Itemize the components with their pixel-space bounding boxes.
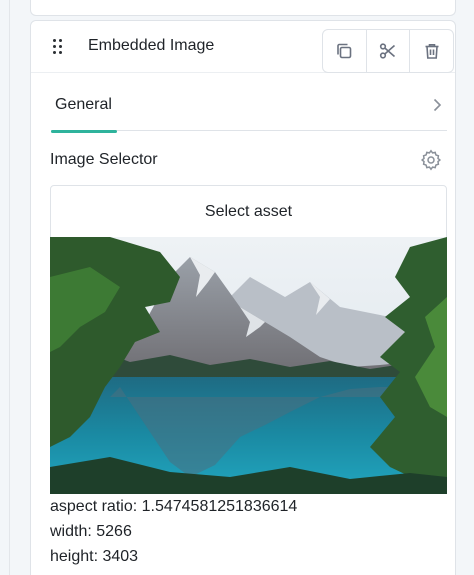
scissors-icon [379, 43, 396, 59]
tab-general[interactable]: General [51, 83, 117, 133]
select-asset-button[interactable]: Select asset [50, 185, 447, 238]
width-text: width: 5266 [50, 523, 132, 540]
left-rail [0, 0, 10, 575]
active-tab-indicator [51, 130, 117, 133]
tab-general-label: General [55, 96, 112, 113]
image-preview [50, 237, 447, 494]
panel-header: Embedded Image [31, 21, 455, 73]
duplicate-icon [337, 43, 352, 59]
trash-icon [425, 44, 439, 59]
aspect-ratio-text: aspect ratio: 1.5474581251836614 [50, 498, 298, 515]
tab-bar: General [51, 83, 447, 133]
landscape-image [50, 237, 447, 494]
cut-button[interactable] [367, 30, 411, 72]
duplicate-button[interactable] [323, 30, 367, 72]
previous-card [30, 0, 456, 16]
drag-handle-icon[interactable] [53, 39, 65, 55]
panel-title: Embedded Image [88, 37, 215, 54]
height-text: height: 3403 [50, 548, 139, 565]
image-selector-title: Image Selector [50, 151, 158, 168]
panel-toolbar [322, 29, 454, 73]
embedded-image-panel: Embedded Image General Image Selector Se… [30, 20, 456, 575]
delete-button[interactable] [410, 30, 453, 72]
chevron-right-icon[interactable] [429, 97, 445, 113]
gear-icon[interactable] [419, 148, 443, 172]
